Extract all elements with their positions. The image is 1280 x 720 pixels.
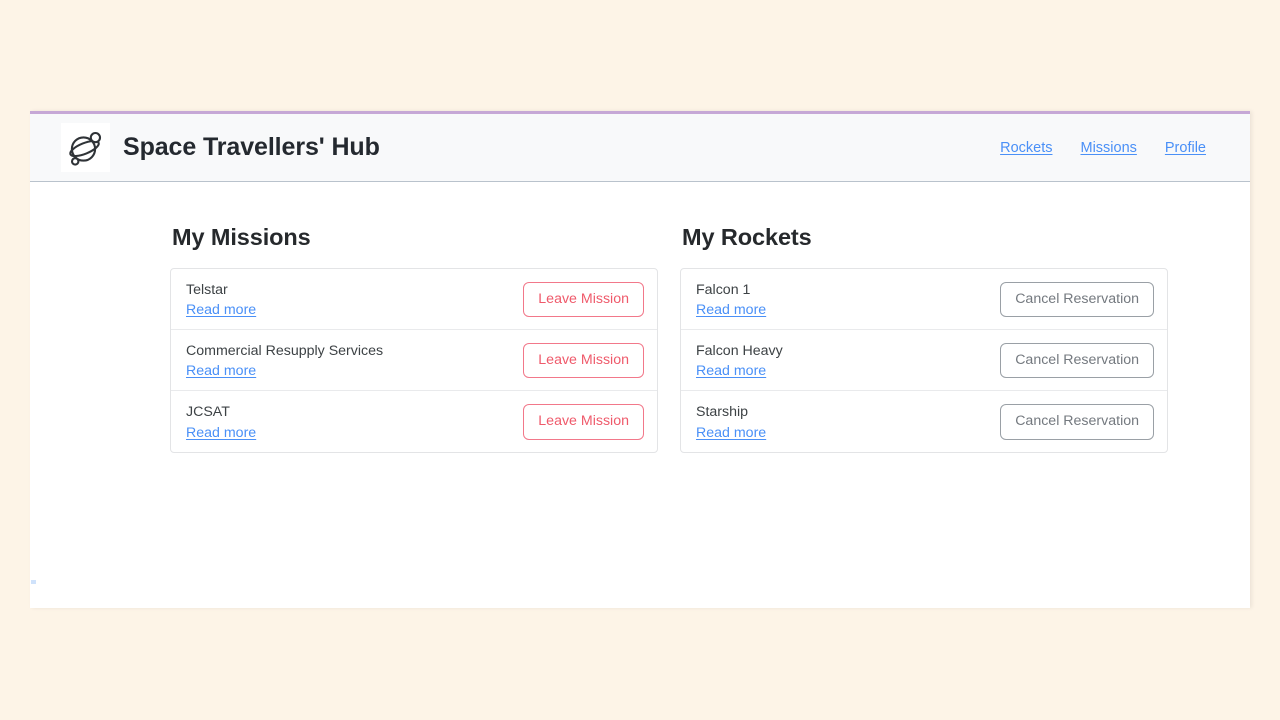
rocket-read-more-link[interactable]: Read more [696,425,766,441]
rocket-name: Falcon Heavy [696,343,783,360]
rocket-name: Starship [696,404,749,421]
table-row: Falcon Heavy Read more Cancel Reservatio… [681,329,1167,390]
navbar: Space Travellers' Hub Rockets Missions P… [30,114,1250,182]
table-row: Starship Read more Cancel Reservation [681,390,1167,451]
nav-link-profile[interactable]: Profile [1165,140,1206,156]
nav-links: Rockets Missions Profile [1000,140,1206,156]
mission-name: Telstar [186,282,228,298]
table-row: Commercial Resupply Services Read more L… [171,329,657,390]
table-row: Falcon 1 Read more Cancel Reservation [681,269,1167,329]
app-window: Space Travellers' Hub Rockets Missions P… [30,111,1250,608]
cancel-reservation-button[interactable]: Cancel Reservation [1000,281,1154,318]
table-row: JCSAT Read more Leave Mission [171,390,657,451]
nav-link-missions[interactable]: Missions [1080,140,1136,156]
mission-read-more-link[interactable]: Read more [186,302,256,318]
rocket-read-more-link[interactable]: Read more [696,302,766,318]
cancel-reservation-button[interactable]: Cancel Reservation [1000,404,1154,440]
missions-heading: My Missions [172,224,311,250]
rocket-read-more-link[interactable]: Read more [696,363,766,379]
mission-name: JCSAT [186,404,230,421]
planet-ring-icon [61,123,110,172]
brand[interactable]: Space Travellers' Hub [61,123,380,172]
table-row: Telstar Read more Leave Mission [171,269,657,329]
mission-info: JCSAT Read more [186,403,256,440]
rocket-info: Falcon Heavy Read more [696,342,783,379]
missions-card: Telstar Read more Leave Mission Commerci… [170,268,658,453]
rockets-heading: My Rockets [682,224,812,250]
cancel-reservation-button[interactable]: Cancel Reservation [1000,343,1154,379]
rocket-name: Falcon 1 [696,282,751,298]
leave-mission-button[interactable]: Leave Mission [523,343,644,379]
rocket-info: Falcon 1 Read more [696,281,766,318]
mission-info: Commercial Resupply Services Read more [186,342,383,379]
rockets-column: My Rockets Falcon 1 Read more Cancel Res… [680,224,1168,453]
main-content: My Missions Telstar Read more Leave Miss… [30,182,1250,584]
rockets-card: Falcon 1 Read more Cancel Reservation Fa… [680,268,1168,453]
rocket-info: Starship Read more [696,403,766,440]
leave-mission-button[interactable]: Leave Mission [523,404,644,440]
missions-column: My Missions Telstar Read more Leave Miss… [170,224,658,453]
nav-link-rockets[interactable]: Rockets [1000,140,1052,156]
mission-read-more-link[interactable]: Read more [186,425,256,441]
edge-artifact [31,580,36,584]
leave-mission-button[interactable]: Leave Mission [523,281,644,318]
page-title: Space Travellers' Hub [123,133,380,161]
columns-wrapper: My Missions Telstar Read more Leave Miss… [30,182,1250,453]
mission-read-more-link[interactable]: Read more [186,363,256,379]
mission-name: Commercial Resupply Services [186,343,384,360]
mission-info: Telstar Read more [186,281,256,318]
